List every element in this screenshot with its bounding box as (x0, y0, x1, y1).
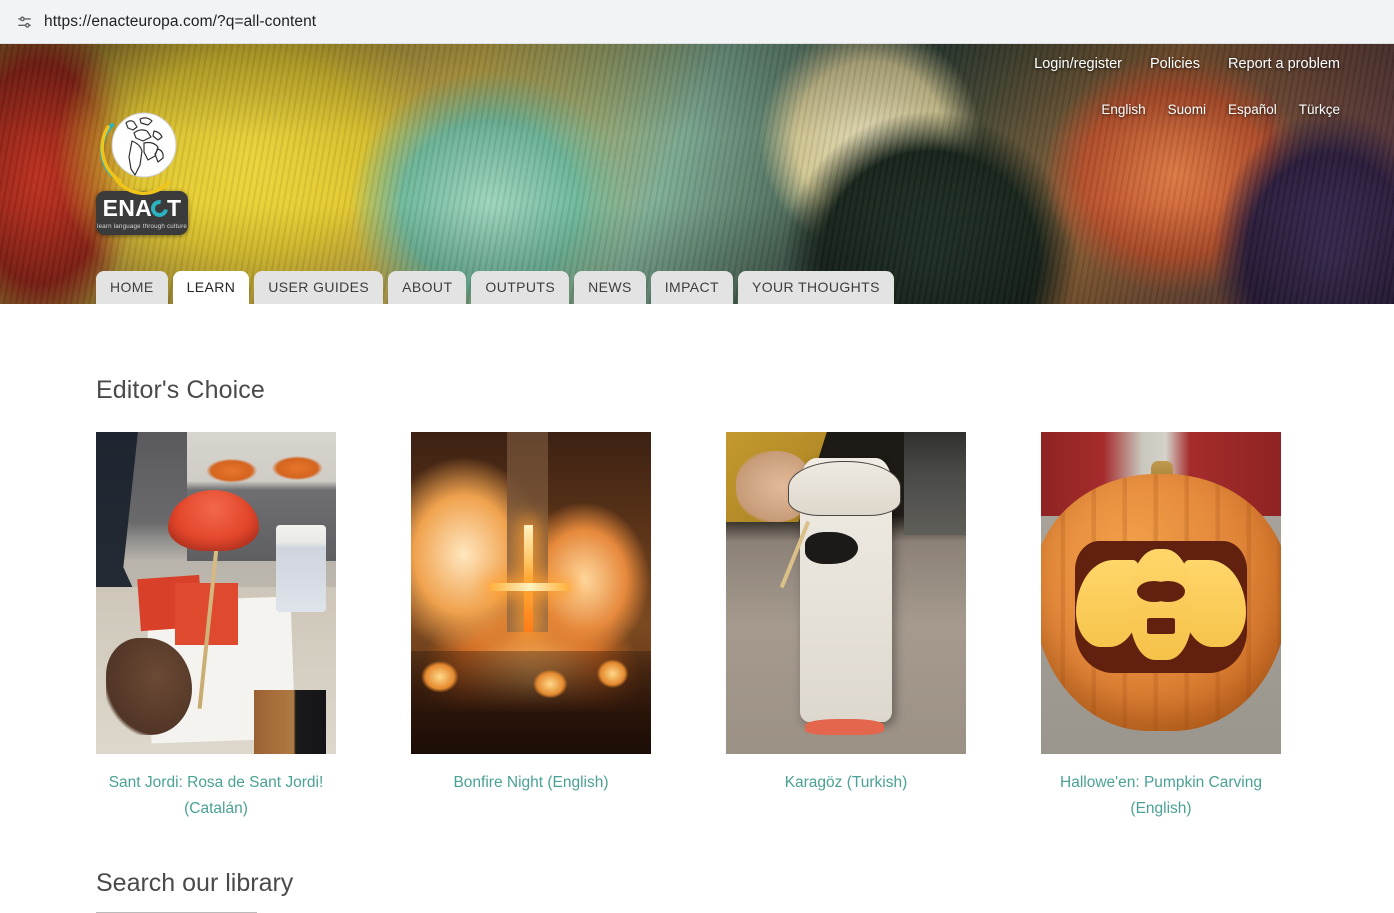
nav-tab-about[interactable]: ABOUT (388, 271, 467, 304)
content-card: Sant Jordi: Rosa de Sant Jordi! (Catalán… (96, 432, 336, 823)
browser-address-bar: https://enacteuropa.com/?q=all-content (0, 0, 1394, 44)
report-a-problem-link[interactable]: Report a problem (1228, 56, 1340, 72)
nav-tab-user-guides[interactable]: USER GUIDES (254, 271, 384, 304)
card-thumbnail-karagoz[interactable] (726, 432, 966, 754)
url-text[interactable]: https://enacteuropa.com/?q=all-content (44, 13, 316, 31)
globe-icon (99, 112, 177, 195)
policies-link[interactable]: Policies (1150, 56, 1200, 72)
logo-tagline: learn language through culture (97, 222, 187, 230)
card-caption-karagoz[interactable]: Karagöz (Turkish) (726, 770, 966, 796)
site-logo[interactable]: ENA T learn language through culture (96, 97, 188, 235)
content-card: Bonfire Night (English) (411, 432, 651, 823)
card-thumbnail-sant-jordi[interactable] (96, 432, 336, 754)
lanterns-background-photo (0, 44, 1394, 304)
card-thumbnail-bonfire-night[interactable] (411, 432, 651, 754)
nav-tab-home[interactable]: HOME (96, 271, 168, 304)
primary-navigation: HOME LEARN USER GUIDES ABOUT OUTPUTS NEW… (96, 271, 894, 304)
main-content: Editor's Choice Sant Jordi: Rosa de Sant… (0, 376, 1394, 913)
content-card: Karagöz (Turkish) (726, 432, 966, 823)
language-switcher: English Suomi Español Türkçe (1101, 102, 1340, 117)
nav-tab-impact[interactable]: IMPACT (650, 271, 733, 304)
editors-choice-heading: Editor's Choice (96, 376, 265, 404)
card-caption-bonfire-night[interactable]: Bonfire Night (English) (411, 770, 651, 796)
logo-wordmark: ENA T (102, 194, 182, 221)
card-thumbnail-halloween-pumpkin[interactable] (1041, 432, 1281, 754)
nav-tab-your-thoughts[interactable]: YOUR THOUGHTS (737, 271, 894, 304)
search-library-heading: Search our library (96, 868, 294, 897)
language-turkce[interactable]: Türkçe (1299, 102, 1340, 117)
language-suomi[interactable]: Suomi (1168, 102, 1206, 117)
language-espanol[interactable]: Español (1228, 102, 1277, 117)
nav-tab-outputs[interactable]: OUTPUTS (471, 271, 570, 304)
card-caption-halloween-pumpkin[interactable]: Hallowe'en: Pumpkin Carving (English) (1041, 770, 1281, 823)
login-register-link[interactable]: Login/register (1034, 56, 1122, 72)
content-card: Hallowe'en: Pumpkin Carving (English) (1041, 432, 1281, 823)
language-english[interactable]: English (1101, 102, 1145, 117)
nav-tab-news[interactable]: NEWS (574, 271, 646, 304)
utility-links: Login/register Policies Report a problem (1034, 56, 1340, 72)
editors-choice-card-grid: Sant Jordi: Rosa de Sant Jordi! (Catalán… (96, 432, 1298, 823)
site-settings-icon[interactable] (10, 8, 38, 36)
nav-tab-learn[interactable]: LEARN (172, 271, 250, 304)
site-header-banner: Login/register Policies Report a problem… (0, 44, 1394, 304)
logo-badge: ENA T learn language through culture (96, 191, 188, 235)
card-caption-sant-jordi[interactable]: Sant Jordi: Rosa de Sant Jordi! (Catalán… (96, 770, 336, 823)
